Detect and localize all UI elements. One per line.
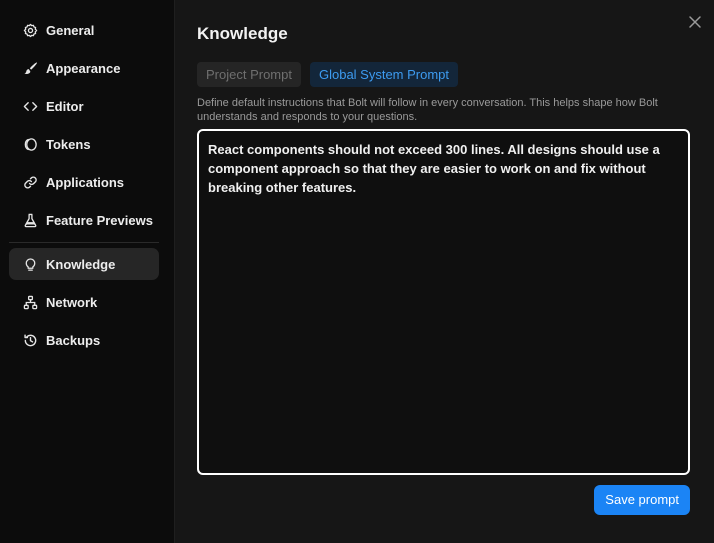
- prompt-tabs: Project Prompt Global System Prompt: [197, 62, 697, 87]
- sidebar-divider: [9, 242, 159, 243]
- sidebar-item-label: Backups: [46, 332, 101, 348]
- coins-icon: [22, 136, 38, 152]
- knowledge-panel: Knowledge Project Prompt Global System P…: [175, 0, 714, 543]
- sidebar-item-label: Applications: [46, 174, 125, 190]
- sidebar-item-label: General: [46, 22, 95, 38]
- sidebar-item-label: Tokens: [46, 136, 91, 152]
- sidebar-item-label: Appearance: [46, 60, 121, 76]
- panel-footer: Save prompt: [197, 485, 690, 515]
- tab-global-system-prompt[interactable]: Global System Prompt: [309, 62, 459, 87]
- link-icon: [22, 174, 38, 190]
- sidebar-item-knowledge[interactable]: Knowledge: [9, 248, 159, 280]
- sidebar-item-label: Network: [46, 294, 98, 310]
- lightbulb-icon: [22, 256, 38, 272]
- page-title: Knowledge: [197, 24, 288, 43]
- settings-dialog: General Appearance Editor Tokens Applica…: [0, 0, 714, 543]
- close-icon: [689, 16, 701, 28]
- sidebar-item-applications[interactable]: Applications: [9, 166, 159, 198]
- prompt-textarea[interactable]: React components should not exceed 300 l…: [197, 129, 690, 475]
- sidebar-item-label: Editor: [46, 98, 84, 114]
- close-button[interactable]: [685, 12, 705, 32]
- sidebar-item-label: Knowledge: [46, 256, 116, 272]
- sidebar-item-label: Feature Previews: [46, 212, 153, 228]
- sidebar-item-tokens[interactable]: Tokens: [9, 128, 159, 160]
- flask-icon: [22, 212, 38, 228]
- knowledge-description: Define default instructions that Bolt wi…: [197, 97, 658, 123]
- sidebar-item-backups[interactable]: Backups: [9, 324, 159, 356]
- tab-project-prompt[interactable]: Project Prompt: [197, 62, 301, 87]
- paintbrush-icon: [22, 60, 38, 76]
- sidebar-item-network[interactable]: Network: [9, 286, 159, 318]
- history-icon: [22, 332, 38, 348]
- sidebar-item-editor[interactable]: Editor: [9, 90, 159, 122]
- sidebar-item-general[interactable]: General: [9, 14, 159, 46]
- gear-icon: [22, 22, 38, 38]
- save-prompt-button[interactable]: Save prompt: [594, 485, 690, 515]
- sidebar-item-appearance[interactable]: Appearance: [9, 52, 159, 84]
- sidebar-item-feature-previews[interactable]: Feature Previews: [9, 204, 159, 236]
- network-icon: [22, 294, 38, 310]
- code-icon: [22, 98, 38, 114]
- sidebar: General Appearance Editor Tokens Applica…: [0, 0, 175, 543]
